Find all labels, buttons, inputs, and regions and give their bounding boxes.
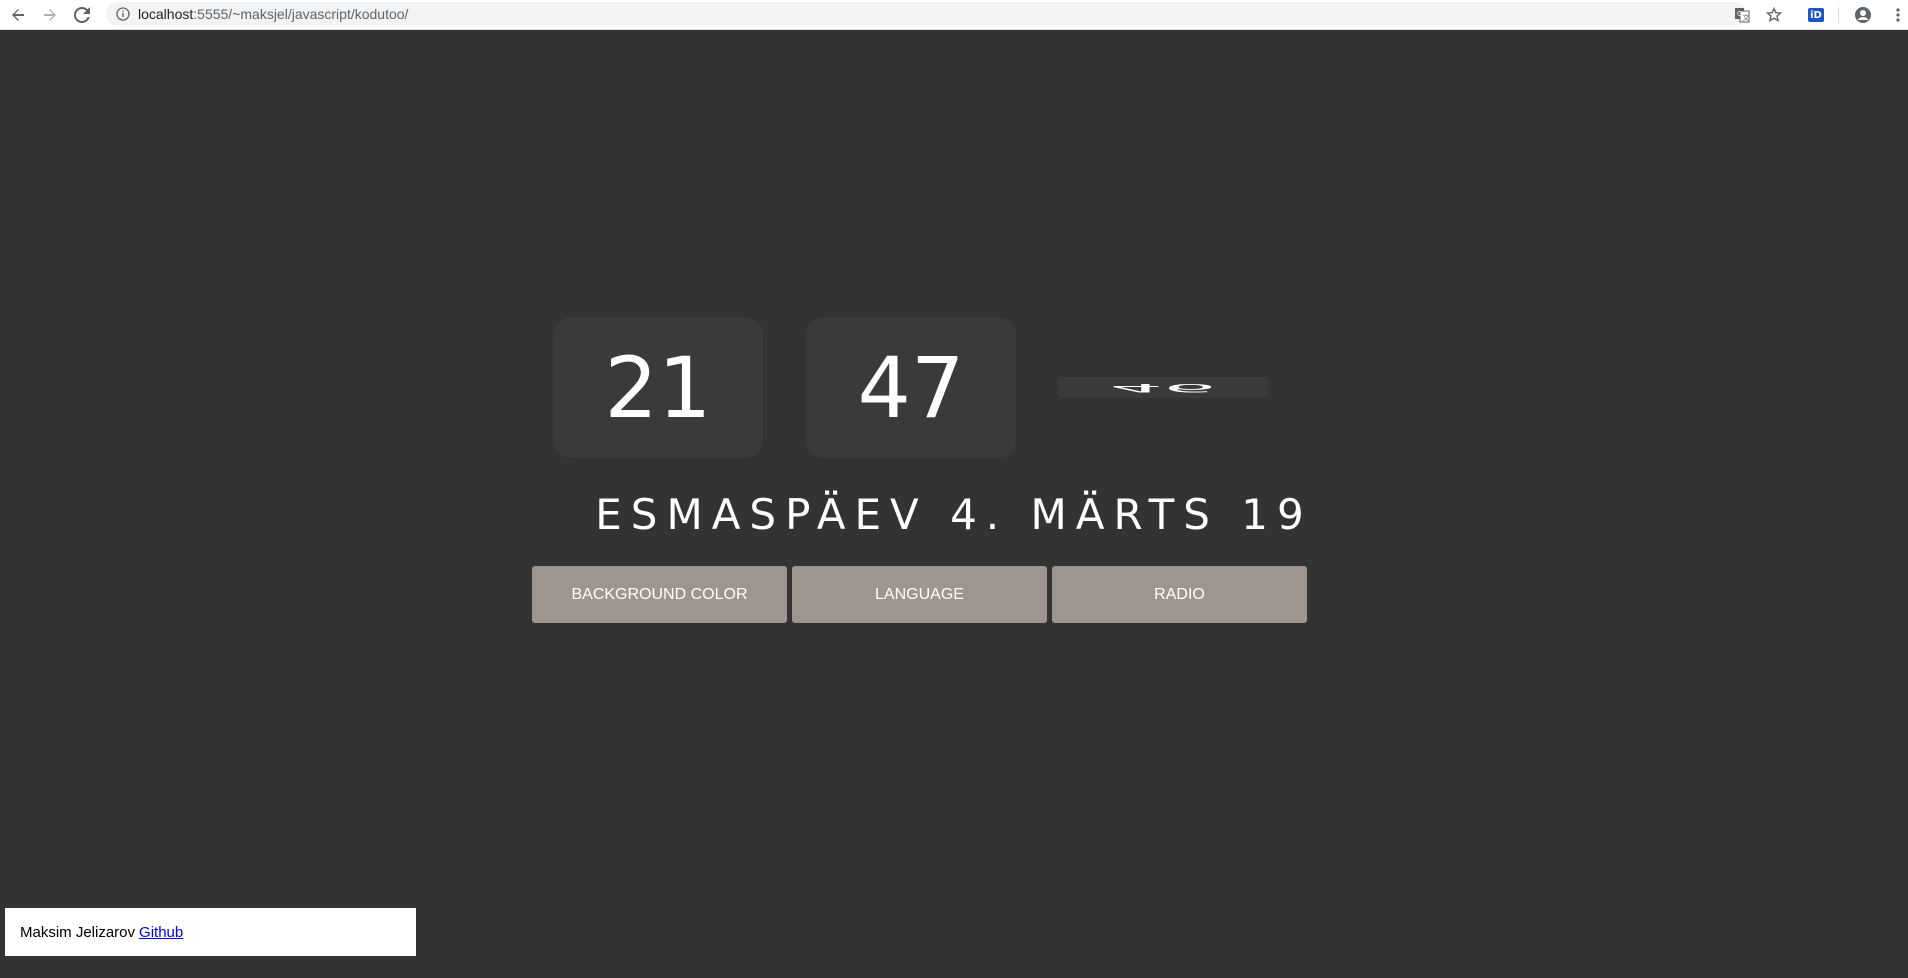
toolbar-divider (1838, 7, 1839, 23)
translate-icon: G 文 (1735, 8, 1750, 23)
minutes-display: 47 (806, 317, 1016, 458)
footer: Maksim Jelizarov Github (5, 908, 416, 956)
reload-button[interactable] (70, 3, 94, 27)
date-display: ESMASPÄEV 4. MÄRTS 19 (595, 490, 1313, 539)
profile-button[interactable] (1851, 3, 1875, 27)
kebab-menu-icon (1896, 8, 1900, 22)
url-text: localhost:5555/~maksjel/javascript/kodut… (138, 6, 408, 22)
menu-button[interactable] (1890, 3, 1906, 27)
seconds-display: 46 (1058, 377, 1268, 398)
arrow-right-icon (44, 9, 56, 21)
star-icon (1766, 7, 1782, 22)
extension-button[interactable]: iD (1804, 3, 1828, 27)
svg-text:文: 文 (1743, 13, 1750, 22)
browser-toolbar: localhost:5555/~maksjel/javascript/kodut… (0, 0, 1908, 30)
id-card-icon: iD (1808, 8, 1824, 22)
url-host: localhost (138, 6, 194, 22)
radio-button[interactable]: RADIO (1052, 566, 1307, 623)
address-bar[interactable]: localhost:5555/~maksjel/javascript/kodut… (106, 2, 1746, 26)
hours-display: 21 (553, 317, 763, 458)
back-button[interactable] (6, 3, 30, 27)
arrow-left-icon (12, 9, 24, 21)
github-link[interactable]: Github (139, 924, 183, 941)
minutes-value: 47 (857, 338, 965, 437)
language-button[interactable]: LANGUAGE (792, 566, 1047, 623)
hours-value: 21 (604, 338, 712, 437)
forward-button[interactable] (38, 3, 62, 27)
translate-button[interactable]: G 文 (1730, 3, 1754, 27)
reload-icon (74, 7, 90, 23)
bookmark-button[interactable] (1762, 3, 1786, 27)
seconds-value: 46 (1109, 380, 1217, 395)
author-name: Maksim Jelizarov (20, 923, 136, 941)
info-icon[interactable] (116, 7, 130, 21)
account-icon (1855, 7, 1871, 23)
background-color-button[interactable]: BACKGROUND COLOR (532, 566, 787, 623)
url-path: :5555/~maksjel/javascript/kodutoo/ (193, 6, 409, 22)
